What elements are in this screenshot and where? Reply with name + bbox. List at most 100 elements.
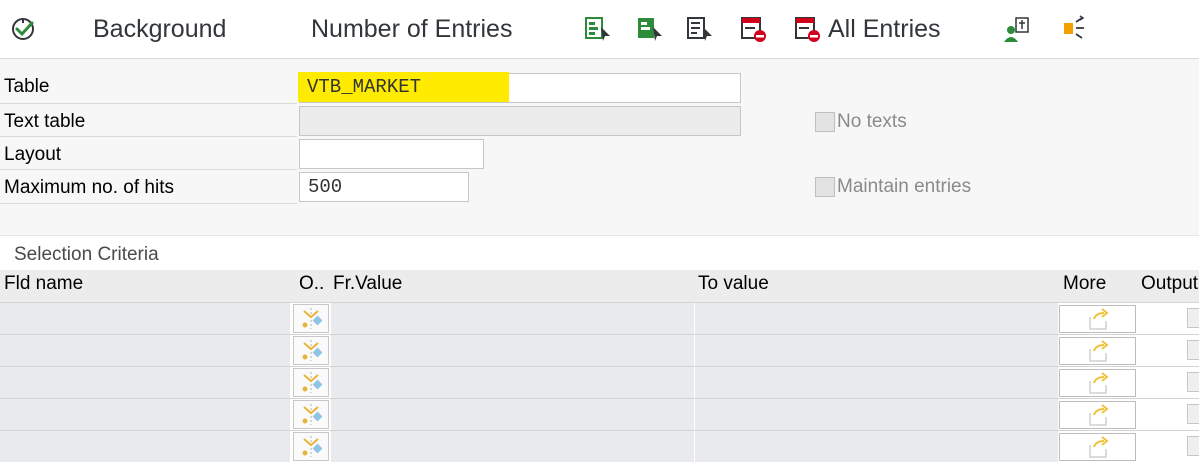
layout-label: Layout xyxy=(4,144,62,165)
selection-option-button[interactable] xyxy=(293,304,329,333)
to-value-input[interactable] xyxy=(695,335,1058,366)
option-cell xyxy=(292,367,330,398)
background-button[interactable]: Background xyxy=(93,12,226,46)
option-cell xyxy=(292,303,330,334)
output-cell xyxy=(1137,431,1199,462)
field-name-cell xyxy=(0,335,290,366)
list-select-icon xyxy=(636,14,664,44)
max-hits-input[interactable]: 500 xyxy=(299,172,469,202)
maintain-entries-box[interactable] xyxy=(815,177,835,197)
all-entries-icon xyxy=(794,14,822,44)
table-value-highlight: VTB_MARKET xyxy=(298,72,509,102)
multiple-selection-button[interactable] xyxy=(1059,337,1136,365)
option-cell xyxy=(292,431,330,462)
multiple-selection-icon xyxy=(1084,435,1114,464)
multiple-selection-button[interactable] xyxy=(1059,369,1136,397)
multiple-selection-icon xyxy=(1084,307,1114,336)
divider xyxy=(0,169,297,170)
output-checkbox[interactable] xyxy=(1187,404,1199,424)
column-header-from-value[interactable]: Fr.Value xyxy=(333,273,402,295)
to-value-input[interactable] xyxy=(695,431,1058,462)
selection-option-button[interactable] xyxy=(293,368,329,397)
user-settings-button[interactable] xyxy=(1003,12,1031,46)
output-cell xyxy=(1137,303,1199,334)
user-settings-icon xyxy=(1003,14,1031,44)
table-label: Table xyxy=(4,76,50,97)
multiple-selection-button[interactable] xyxy=(1059,305,1136,333)
table-header: Fld name O.. Fr.Value To value More Outp… xyxy=(0,270,1199,302)
list-select-icon xyxy=(686,14,714,44)
max-hits-label: Maximum no. of hits xyxy=(4,177,174,198)
option-cell xyxy=(292,335,330,366)
from-value-input[interactable] xyxy=(331,367,694,398)
output-checkbox[interactable] xyxy=(1187,436,1199,456)
number-of-entries-label: Number of Entries xyxy=(311,14,513,43)
execute-icon xyxy=(10,14,38,44)
to-value-input[interactable] xyxy=(695,367,1058,398)
selection-option-button[interactable] xyxy=(293,336,329,365)
column-header-output[interactable]: Output xyxy=(1141,273,1198,295)
output-cell xyxy=(1137,367,1199,398)
multiple-selection-button[interactable] xyxy=(1059,433,1136,461)
hierarchy-button[interactable] xyxy=(1062,12,1090,46)
number-of-entries-button[interactable]: Number of Entries xyxy=(311,12,512,46)
select-entries-2-button[interactable] xyxy=(636,12,664,46)
from-value-input[interactable] xyxy=(331,399,694,430)
text-table-label: Text table xyxy=(4,111,86,132)
no-texts-checkbox[interactable]: No texts xyxy=(815,111,907,133)
execute-button[interactable] xyxy=(10,12,38,46)
maintain-entries-label: Maintain entries xyxy=(837,176,972,197)
column-header-to-value[interactable]: To value xyxy=(698,273,769,295)
delete-entries-button[interactable] xyxy=(740,12,768,46)
field-name-cell xyxy=(0,303,290,334)
more-cell xyxy=(1059,335,1136,366)
field-name-cell xyxy=(0,367,290,398)
table-row xyxy=(0,334,1199,366)
column-header-more[interactable]: More xyxy=(1063,273,1106,295)
more-cell xyxy=(1059,367,1136,398)
background-label: Background xyxy=(93,14,227,43)
more-cell xyxy=(1059,431,1136,462)
multiple-selection-icon xyxy=(1084,371,1114,400)
column-header-fld-name[interactable]: Fld name xyxy=(4,273,83,295)
table-row xyxy=(0,398,1199,430)
divider xyxy=(0,203,297,204)
list-select-icon xyxy=(584,14,612,44)
option-cell xyxy=(292,399,330,430)
from-value-input[interactable] xyxy=(331,303,694,334)
hierarchy-icon xyxy=(1062,14,1090,44)
multiple-selection-button[interactable] xyxy=(1059,401,1136,429)
selection-option-button[interactable] xyxy=(293,432,329,461)
field-name-cell xyxy=(0,399,290,430)
select-entries-button[interactable] xyxy=(584,12,612,46)
layout-input[interactable] xyxy=(299,139,484,169)
from-value-input[interactable] xyxy=(331,431,694,462)
output-checkbox[interactable] xyxy=(1187,340,1199,360)
output-cell xyxy=(1137,335,1199,366)
column-header-option[interactable]: O.. xyxy=(299,273,324,295)
no-texts-box[interactable] xyxy=(815,112,835,132)
maintain-entries-checkbox[interactable]: Maintain entries xyxy=(815,176,971,198)
output-checkbox[interactable] xyxy=(1187,308,1199,328)
no-texts-label: No texts xyxy=(837,111,907,132)
select-entries-3-button[interactable] xyxy=(686,12,714,46)
selection-option-button[interactable] xyxy=(293,400,329,429)
all-entries-label: All Entries xyxy=(828,14,941,43)
field-name-cell xyxy=(0,431,290,462)
multiple-selection-icon xyxy=(1084,403,1114,432)
selection-criteria-table: Fld name O.. Fr.Value To value More Outp… xyxy=(0,270,1199,462)
list-delete-icon xyxy=(740,14,768,44)
to-value-input[interactable] xyxy=(695,399,1058,430)
all-entries-button[interactable]: All Entries xyxy=(794,12,941,46)
selection-form: Table VTB_MARKET Text table Layout Maxim… xyxy=(0,58,1199,236)
multiple-selection-icon xyxy=(1084,339,1114,368)
table-row xyxy=(0,366,1199,398)
to-value-input[interactable] xyxy=(695,303,1058,334)
divider xyxy=(0,136,297,137)
table-input[interactable]: VTB_MARKET xyxy=(298,72,741,103)
output-cell xyxy=(1137,399,1199,430)
divider xyxy=(0,235,1199,236)
selection-criteria-title: Selection Criteria xyxy=(14,244,159,265)
output-checkbox[interactable] xyxy=(1187,372,1199,392)
from-value-input[interactable] xyxy=(331,335,694,366)
